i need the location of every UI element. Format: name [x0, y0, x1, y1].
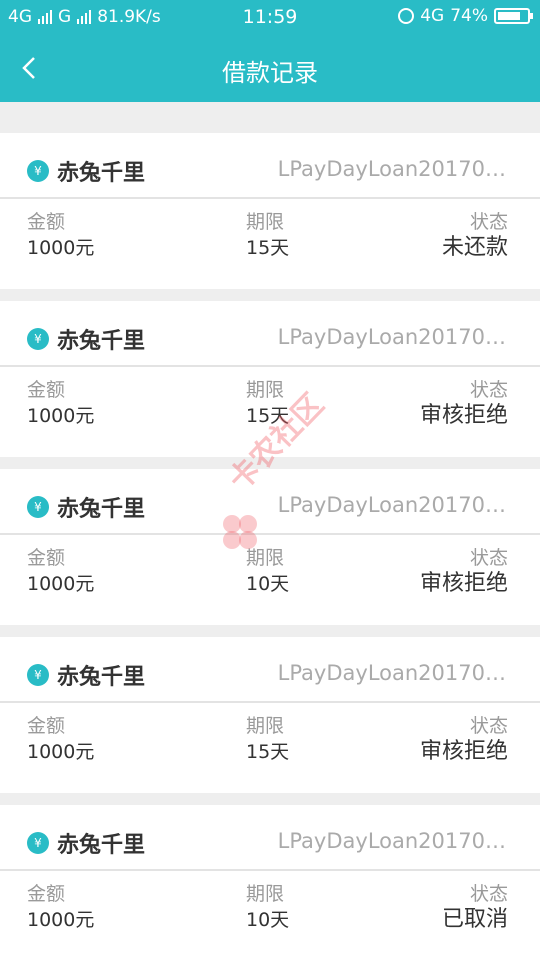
card-header: ¥ 赤兔千里 LPayDayLoan20170… — [0, 637, 540, 703]
product-name: 赤兔千里 — [57, 161, 146, 186]
alarm-icon — [398, 8, 415, 24]
amount-value: 1000元 — [27, 237, 95, 259]
term-label: 期限 — [246, 883, 285, 905]
amount-label: 金额 — [27, 715, 66, 737]
loan-record-card[interactable]: ¥ 赤兔千里 LPayDayLoan20170… 金额 1000元 期限 10天… — [0, 469, 540, 625]
loan-record-card[interactable]: ¥ 赤兔千里 LPayDayLoan20170… 金额 1000元 期限 10天… — [0, 805, 540, 960]
amount-value: 1000元 — [27, 573, 95, 595]
yen-icon: ¥ — [27, 328, 49, 350]
amount-column: 金额 1000元 — [27, 209, 94, 261]
yen-icon: ¥ — [27, 664, 49, 686]
term-value: 15天 — [246, 237, 290, 259]
loan-id: LPayDayLoan20170… — [277, 325, 506, 349]
term-value: 15天 — [246, 741, 290, 763]
loan-id: LPayDayLoan20170… — [277, 661, 506, 685]
amount-label: 金额 — [27, 547, 66, 569]
yen-icon: ¥ — [27, 832, 49, 854]
product-name: 赤兔千里 — [57, 833, 146, 858]
status-value: 审核拒绝 — [419, 403, 508, 428]
product-name: 赤兔千里 — [57, 665, 146, 690]
status-bar: 4G G 81.9K/s 11:59 4G 74% — [0, 0, 540, 34]
network-type-3: 4G — [420, 6, 445, 26]
status-value: 审核拒绝 — [419, 739, 508, 764]
page-title: 借款记录 — [222, 59, 318, 87]
status-column: 状态 审核拒绝 — [420, 545, 508, 597]
battery-percent: 74% — [450, 6, 488, 26]
loan-record-list: ¥ 赤兔千里 LPayDayLoan20170… 金额 1000元 期限 15天… — [0, 133, 540, 960]
amount-value: 1000元 — [27, 741, 95, 763]
term-value: 10天 — [246, 909, 290, 931]
amount-label: 金额 — [27, 379, 66, 401]
amount-column: 金额 1000元 — [27, 881, 94, 933]
amount-value: 1000元 — [27, 909, 95, 931]
amount-column: 金额 1000元 — [27, 545, 94, 597]
term-column: 期限 10天 — [246, 881, 289, 933]
term-label: 期限 — [246, 211, 285, 233]
status-label: 状态 — [469, 379, 508, 401]
term-column: 期限 15天 — [246, 713, 289, 765]
nav-bar: 借款记录 — [0, 34, 540, 102]
card-header: ¥ 赤兔千里 LPayDayLoan20170… — [0, 469, 540, 535]
amount-label: 金额 — [27, 211, 66, 233]
status-column: 状态 审核拒绝 — [420, 713, 508, 765]
status-value: 未还款 — [441, 235, 508, 260]
status-right: 4G 74% — [398, 6, 533, 26]
product-name: 赤兔千里 — [57, 497, 146, 522]
term-column: 期限 15天 — [246, 209, 289, 261]
battery-icon — [494, 8, 533, 24]
status-value: 已取消 — [441, 907, 508, 932]
status-label: 状态 — [469, 715, 508, 737]
yen-icon: ¥ — [27, 496, 49, 518]
amount-label: 金额 — [27, 883, 66, 905]
card-header: ¥ 赤兔千里 LPayDayLoan20170… — [0, 133, 540, 199]
amount-column: 金额 1000元 — [27, 713, 94, 765]
product-name: 赤兔千里 — [57, 329, 146, 354]
loan-id: LPayDayLoan20170… — [277, 157, 506, 181]
status-label: 状态 — [469, 211, 508, 233]
loan-id: LPayDayLoan20170… — [277, 829, 506, 853]
amount-value: 1000元 — [27, 405, 95, 427]
status-value: 审核拒绝 — [419, 571, 508, 596]
term-value: 10天 — [246, 573, 290, 595]
status-label: 状态 — [469, 547, 508, 569]
loan-id: LPayDayLoan20170… — [277, 493, 506, 517]
status-column: 状态 审核拒绝 — [420, 377, 508, 429]
card-header: ¥ 赤兔千里 LPayDayLoan20170… — [0, 805, 540, 871]
status-label: 状态 — [469, 883, 508, 905]
amount-column: 金额 1000元 — [27, 377, 94, 429]
yen-icon: ¥ — [27, 160, 49, 182]
watermark-logo-icon — [223, 515, 257, 549]
loan-record-card[interactable]: ¥ 赤兔千里 LPayDayLoan20170… 金额 1000元 期限 15天… — [0, 637, 540, 793]
status-column: 状态 未还款 — [442, 209, 508, 261]
term-label: 期限 — [246, 715, 285, 737]
status-column: 状态 已取消 — [442, 881, 508, 933]
loan-record-card[interactable]: ¥ 赤兔千里 LPayDayLoan20170… 金额 1000元 期限 15天… — [0, 133, 540, 289]
card-header: ¥ 赤兔千里 LPayDayLoan20170… — [0, 301, 540, 367]
